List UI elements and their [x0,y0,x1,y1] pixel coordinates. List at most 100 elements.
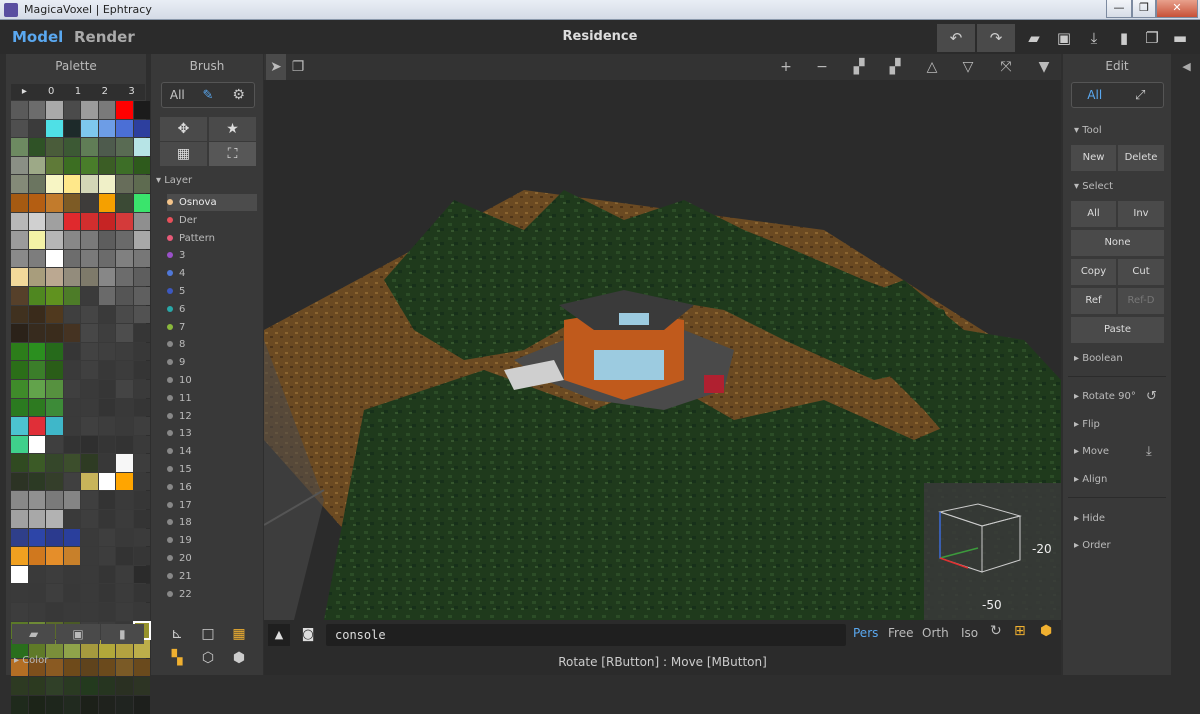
open-button[interactable]: ▰ [1022,24,1046,52]
palette-swatch[interactable] [28,156,45,175]
palette-swatch[interactable] [11,268,28,286]
palette-swatch[interactable] [98,249,115,268]
palette-swatch[interactable] [116,510,133,528]
palette-swatch[interactable] [98,417,115,435]
palette-swatch[interactable] [63,286,80,305]
palette-swatch[interactable] [63,342,80,361]
palette-swatch[interactable] [63,528,80,547]
palette-swatch[interactable] [116,454,133,472]
palette-swatch[interactable] [133,119,150,138]
new-file-button[interactable]: ▮ [1112,24,1136,52]
palette-swatch[interactable] [46,584,63,603]
new-button[interactable]: New [1071,145,1116,171]
palette-swatch[interactable] [98,454,115,472]
palette-swatch[interactable] [98,286,115,305]
palette-swatch[interactable] [116,658,133,677]
palette-swatch[interactable] [63,677,80,695]
palette-swatch[interactable] [81,361,98,379]
palette-swatch[interactable] [63,249,80,268]
palette-swatch[interactable] [116,398,133,417]
palette-swatch[interactable] [133,528,150,547]
palette-swatch[interactable] [28,231,45,249]
copy-file-button[interactable]: ❐ [1140,24,1164,52]
palette-swatch[interactable] [116,156,133,175]
palette-swatch[interactable] [11,398,28,417]
palette-swatch[interactable] [46,398,63,417]
palette-swatch[interactable] [116,491,133,510]
palette-swatch[interactable] [81,119,98,138]
move-down-button[interactable]: ⤓ [1146,444,1152,459]
layer-item[interactable]: Pattern [167,230,257,247]
palette-swatch[interactable] [63,175,80,193]
palette-swatch[interactable] [98,305,115,324]
palette-swatch[interactable] [11,249,28,268]
palette-swatch[interactable] [116,286,133,305]
palette-swatch[interactable] [98,379,115,398]
palette-swatch[interactable] [46,268,63,286]
layer-solid-cube-button[interactable]: ⬢ [229,648,249,668]
palette-swatch[interactable] [81,510,98,528]
palette-swatch[interactable] [63,268,80,286]
expand-icon[interactable]: ⤢ [1118,88,1164,103]
palette-swatch[interactable] [11,193,28,212]
layer-tiles-button[interactable]: ▚ [167,648,187,668]
palette-swatch[interactable] [116,138,133,156]
palette-swatch[interactable] [63,156,80,175]
palette-swatch[interactable] [46,119,63,138]
layer-item[interactable]: 17 [167,497,257,514]
layer-item[interactable]: Osnova [167,194,257,211]
palette-swatch[interactable] [46,417,63,435]
layer-shape-button[interactable]: ⊾ [167,624,187,644]
zoom-out-button[interactable]: − [807,54,837,80]
expand-button[interactable]: ▞ [880,54,910,80]
view-orth[interactable]: Orth [922,626,949,640]
flip-down-button[interactable]: ▽ [953,54,983,80]
palette-swatch[interactable] [116,305,133,324]
palette-swatch[interactable] [63,305,80,324]
palette-swatch[interactable] [81,268,98,286]
palette-swatch[interactable] [133,696,150,714]
palette-swatch[interactable] [116,361,133,379]
palette-swatch[interactable] [11,212,28,231]
palette-swatch[interactable] [81,547,98,565]
palette-swatch[interactable] [28,101,45,119]
palette-swatch[interactable] [46,528,63,547]
palette-swatch[interactable] [46,324,63,342]
palette-swatch[interactable] [81,584,98,603]
palette-swatch[interactable] [81,454,98,472]
grid-tool-button[interactable]: ▦ [160,142,207,166]
palette-swatch[interactable] [11,696,28,714]
palette-swatch[interactable] [133,454,150,472]
palette-swatch[interactable] [63,454,80,472]
palette-swatch[interactable] [133,379,150,398]
palette-swatch[interactable] [133,547,150,565]
boolean-section[interactable]: ▸ Boolean [1074,353,1123,364]
palette-swatch[interactable] [116,342,133,361]
palette-swatch[interactable] [81,175,98,193]
palette-swatch[interactable] [98,584,115,603]
palette-swatch[interactable] [98,547,115,565]
layer-box-button[interactable]: □ [198,624,218,644]
palette-swatch[interactable] [28,305,45,324]
palette-swatch[interactable] [28,528,45,547]
palette-swatch[interactable] [81,193,98,212]
cut-button[interactable]: Cut [1118,259,1164,285]
palette-swatch[interactable] [98,156,115,175]
palette-swatch[interactable] [63,472,80,491]
palette-swatch[interactable] [133,472,150,491]
palette-swatch[interactable] [133,417,150,435]
ref-button[interactable]: Ref [1071,288,1116,314]
palette-swatch[interactable] [63,435,80,454]
palette-swatch[interactable] [28,696,45,714]
palette-swatch[interactable] [63,565,80,584]
palette-swatch[interactable] [98,677,115,695]
palette-grid[interactable] [11,101,151,714]
select-arrow-button[interactable]: ➤ [266,54,286,80]
palette-swatch[interactable] [46,175,63,193]
model-tab[interactable]: Model [12,28,63,46]
palette-swatch[interactable] [11,138,28,156]
rotate-button[interactable]: ↺ [1146,389,1157,404]
palette-swatch[interactable] [116,193,133,212]
palette-swatch[interactable] [98,435,115,454]
palette-swatch[interactable] [63,584,80,603]
